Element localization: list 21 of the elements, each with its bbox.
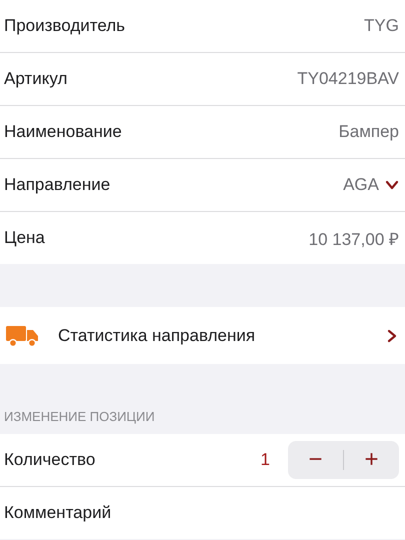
section-header: ИЗМЕНЕНИЕ ПОЗИЦИИ xyxy=(4,409,155,424)
comment-label: Комментарий xyxy=(4,503,112,523)
field-value: Бампер xyxy=(338,122,399,142)
field-value[interactable]: AGA xyxy=(343,175,379,195)
field-label: Цена xyxy=(4,228,45,248)
field-label: Производитель xyxy=(4,16,126,36)
plus-button[interactable]: + xyxy=(344,441,399,479)
field-label: Артикул xyxy=(4,69,68,89)
statistics-row[interactable]: Статистика направления xyxy=(0,307,405,364)
chevron-right-icon xyxy=(385,328,399,342)
quantity-label: Количество xyxy=(4,450,96,470)
minus-button[interactable]: − xyxy=(288,441,343,479)
field-value: 10 137,00 ₽ xyxy=(308,228,399,250)
truck-icon xyxy=(6,324,40,348)
field-label: Направление xyxy=(4,175,110,195)
field-value: TY04219BAV xyxy=(297,69,399,89)
field-value: TYG xyxy=(364,16,399,36)
chevron-down-icon xyxy=(385,178,399,192)
quantity-value: 1 xyxy=(260,450,270,470)
field-label: Наименование xyxy=(4,122,122,142)
statistics-label: Статистика направления xyxy=(58,326,256,346)
